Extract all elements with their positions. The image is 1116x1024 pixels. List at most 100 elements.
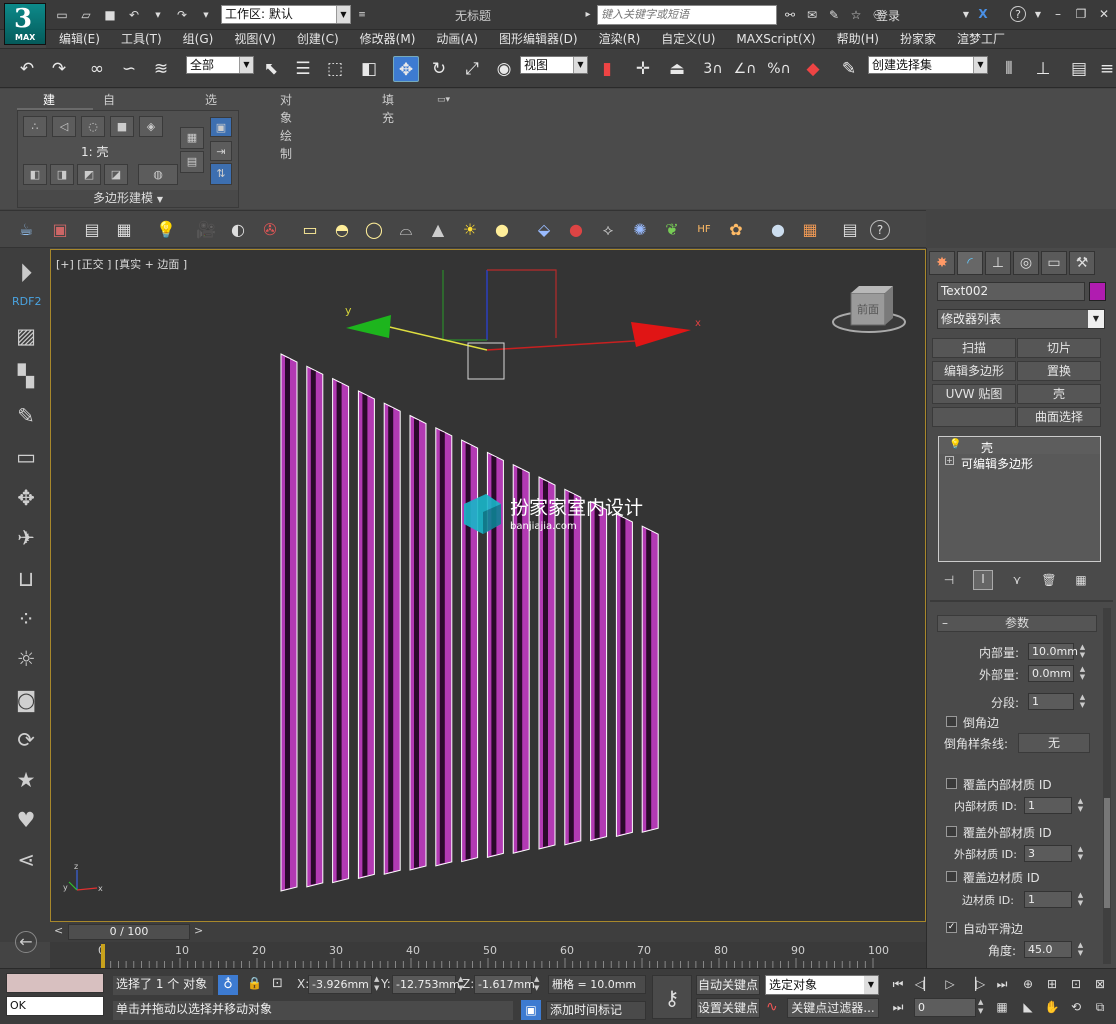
menu-maxscript[interactable]: MAXScript(X) [736, 30, 815, 48]
viewcube[interactable]: 前面 [832, 286, 906, 333]
time-slider-thumb[interactable]: 0 / 100 [68, 924, 190, 940]
select-and-scale-icon[interactable]: ⤢ [459, 56, 485, 82]
keyboard-shortcut-override-icon[interactable]: ⏏ [664, 56, 690, 82]
unlink-icon[interactable]: ∽ [116, 56, 142, 82]
make-unique-icon[interactable]: ⋎ [1009, 572, 1025, 588]
go-to-start-icon[interactable]: ⏮ [888, 975, 908, 993]
menu-create[interactable]: 创建(C) [297, 30, 339, 48]
named-selection-select[interactable]: 创建选择集 ▼ [868, 56, 988, 74]
search-expand-icon[interactable]: ▸ [580, 7, 596, 23]
border-mode-button[interactable]: ◌ [81, 116, 105, 137]
zoom-icon[interactable]: ⊕ [1018, 975, 1038, 993]
repeat-last-button[interactable]: ◍ [138, 164, 178, 185]
orbit-icon[interactable]: ⟲ [1066, 998, 1086, 1016]
spinner-arrows-icon[interactable]: ▲ ▼ [534, 975, 539, 993]
motion-tab-icon[interactable]: ◎ [1013, 251, 1039, 275]
select-by-name-icon[interactable]: ☰ [290, 56, 316, 82]
panel-scrollbar[interactable] [1103, 608, 1111, 964]
previous-frame-icon[interactable]: ◁▏ [914, 975, 934, 993]
stack-item-editable-poly[interactable]: + 可编辑多边形 [939, 454, 1100, 471]
field-of-view-icon[interactable]: ◣ [1018, 998, 1038, 1016]
sphere-camera-icon[interactable]: ◐ [226, 219, 250, 241]
open-file-icon[interactable]: ▱ [78, 7, 94, 23]
render-setup-icon[interactable]: ▣ [48, 219, 72, 241]
utilities-tab-icon[interactable]: ⚒ [1069, 251, 1095, 275]
element-mode-button[interactable]: ◈ [139, 116, 163, 137]
select-object-icon[interactable]: ⬉ [258, 56, 284, 82]
monitor-icon[interactable]: ▭ [12, 443, 40, 471]
tab-object-paint[interactable]: 对象绘制 [280, 91, 292, 163]
go-to-end-icon[interactable]: ⏭ [992, 975, 1012, 993]
stack-item-shell[interactable]: 💡 壳 [939, 438, 1100, 455]
close-icon[interactable]: ✕ [1096, 6, 1112, 22]
move-gizmo[interactable] [346, 269, 691, 380]
y-coordinate-input[interactable]: -12.753mm [392, 975, 460, 994]
key-filters-button[interactable]: 关键点过滤器... [787, 998, 879, 1018]
lightbulb-icon[interactable]: 💡 [949, 439, 961, 450]
collapse-stack-button[interactable]: ◪ [104, 164, 128, 185]
use-soft-selection-button[interactable]: ◩ [77, 164, 101, 185]
search-input[interactable]: 键入关键字或短语 [597, 5, 777, 25]
spinner-arrows-icon[interactable]: ▲ ▼ [1075, 891, 1086, 908]
vray-sphere-icon[interactable]: ● [564, 219, 588, 241]
plane-light-icon[interactable]: ▭ [298, 219, 322, 241]
auto-key-button[interactable]: 自动关键点 [696, 975, 760, 995]
modify-mode-button[interactable]: ▤ [180, 151, 204, 173]
login-link[interactable]: 登录 [876, 7, 900, 24]
menu-banjiajia[interactable]: 扮家家 [900, 30, 936, 48]
bind-space-warp-icon[interactable]: ≋ [148, 56, 174, 82]
key-selection-select[interactable]: 选定对象 ▼ [765, 975, 879, 995]
bevel-spline-button[interactable]: 无 [1018, 733, 1090, 753]
ribbon-options-icon[interactable]: ▭▾ [437, 91, 450, 109]
image-icon[interactable]: ▨ [12, 322, 40, 350]
login-dropdown-icon[interactable]: ▼ [958, 7, 974, 23]
maximize-viewport-icon[interactable]: ⧉ [1090, 998, 1110, 1016]
menu-xuanmeng[interactable]: 渲梦工厂 [957, 30, 1005, 48]
pin-stack-icon[interactable]: ⊣ [941, 572, 957, 588]
move-arrows-icon[interactable]: ✥ [12, 484, 40, 512]
menu-views[interactable]: 视图(V) [234, 30, 276, 48]
quick-access-expand-icon[interactable]: ≡ [354, 7, 370, 23]
menu-edit[interactable]: 编辑(E) [59, 30, 100, 48]
placement-icon[interactable]: ◉ [491, 56, 517, 82]
mod-uvw-map-button[interactable]: UVW 贴图 [932, 384, 1016, 404]
spinner-arrows-icon[interactable]: ▲ ▼ [1075, 941, 1086, 958]
angle-input[interactable]: 45.0 [1024, 941, 1072, 958]
menu-rendering[interactable]: 渲染(R) [599, 30, 641, 48]
undo-icon[interactable]: ↶ [126, 7, 142, 23]
dashboard-icon[interactable]: ▚ [12, 362, 40, 390]
maxscript-listener-bottom[interactable]: OK [6, 996, 104, 1016]
heart-icon[interactable]: ♥ [12, 806, 40, 834]
redo-icon[interactable]: ↷ [174, 7, 190, 23]
spinner-arrows-icon[interactable]: ▲ ▼ [374, 975, 379, 993]
bevel-edges-checkbox[interactable] [946, 716, 957, 727]
set-key-mode-icon[interactable]: ⚷ [652, 975, 692, 1019]
star-icon[interactable]: ★ [12, 766, 40, 794]
menu-modifiers[interactable]: 修改器(M) [360, 30, 416, 48]
polygon-mode-button[interactable]: ■ [110, 116, 134, 137]
configure-sets-button[interactable]: ⇅ [210, 163, 232, 185]
mod-displace-button[interactable]: 置换 [1017, 361, 1101, 381]
perspective-viewport[interactable]: [+] [正交 ] [真实 + 边面 ] y x 前面 扮家家室内设计 banj… [50, 249, 926, 922]
select-and-rotate-icon[interactable]: ↻ [426, 56, 452, 82]
layer-manager-icon[interactable]: ≡ [1094, 56, 1116, 82]
edge-mode-button[interactable]: ◁ [52, 116, 76, 137]
set-key-button[interactable]: 设置关键点 [696, 998, 760, 1018]
workspace-select[interactable]: 工作区: 默认 ▼ [221, 5, 351, 24]
ies-light-icon[interactable]: ▲ [426, 219, 450, 241]
redo-button[interactable]: ↷ [46, 56, 72, 82]
inner-matid-input[interactable]: 1 [1024, 797, 1072, 814]
new-file-icon[interactable]: ▭ [54, 7, 70, 23]
isolate-selection-icon[interactable]: ♁ [218, 975, 238, 995]
film-reel-icon[interactable]: ✇ [258, 219, 282, 241]
panel-scrollbar-thumb[interactable] [1104, 798, 1110, 908]
outer-matid-input[interactable]: 3 [1024, 845, 1072, 862]
mod-surface-select-button[interactable]: 曲面选择 [1017, 407, 1101, 427]
previous-modifier-button[interactable]: ◧ [23, 164, 47, 185]
undo-button[interactable]: ↶ [14, 56, 40, 82]
rectangular-selection-icon[interactable]: ⬚ [322, 56, 348, 82]
maxscript-listener-top[interactable] [6, 973, 104, 993]
show-end-result-icon[interactable]: I [973, 570, 993, 590]
binoculars-icon[interactable]: ⚯ [782, 7, 798, 23]
mod-sweep-button[interactable]: 扫描 [932, 338, 1016, 358]
